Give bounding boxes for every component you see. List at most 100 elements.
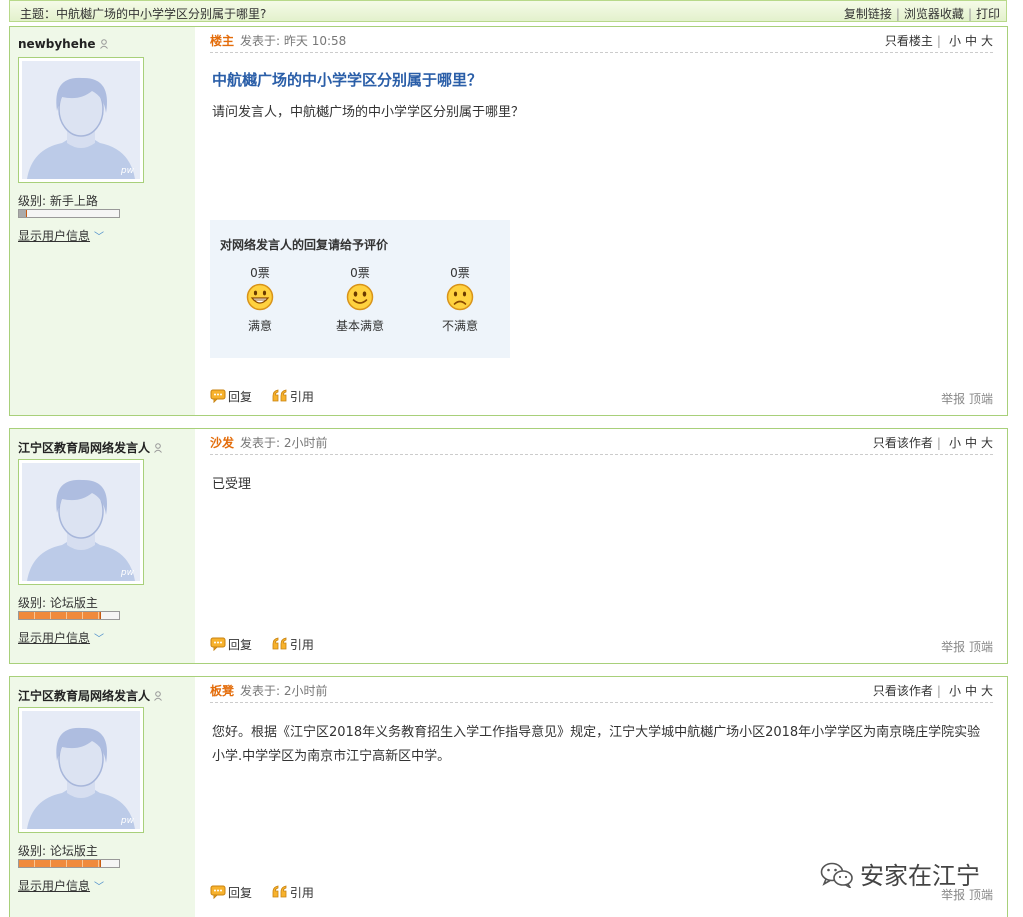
sad-face-icon: [446, 283, 474, 311]
user-level: 级别: 论坛版主: [18, 844, 98, 858]
reply-button[interactable]: 回复: [210, 636, 252, 653]
level-progress-fill: [19, 210, 27, 217]
rating-option-basically-satisfied[interactable]: 0票 基本满意: [320, 264, 400, 334]
report-link[interactable]: 举报: [941, 392, 965, 406]
username[interactable]: 江宁区教育局网络发言人: [18, 687, 162, 704]
wechat-watermark: 安家在江宁: [820, 856, 980, 891]
browser-bookmark-button[interactable]: 浏览器收藏: [904, 7, 964, 21]
avatar[interactable]: pw: [18, 707, 144, 833]
level-progress-bar: [18, 859, 120, 868]
post-content-area: 楼主 发表于: 昨天 10:58 只看楼主 | 小中大 中航樾广场的中小学学区分别属于…: [210, 27, 993, 415]
post-time: 发表于: 2小时前: [240, 436, 328, 450]
font-medium-button[interactable]: 中: [965, 34, 977, 48]
quote-icon: [272, 389, 287, 402]
username-text: 江宁区教育局网络发言人: [18, 441, 151, 455]
quote-icon: [272, 885, 287, 898]
font-small-button[interactable]: 小: [949, 684, 961, 698]
user-sidebar: newbyhehe pw 级别: 新手上路 显示用户信息 ﹀: [10, 27, 195, 415]
quote-button[interactable]: 引用: [272, 636, 314, 653]
post-time: 发表于: 2小时前: [240, 684, 328, 698]
back-to-top-link[interactable]: 顶端: [969, 640, 993, 654]
level-progress-bar: [18, 611, 120, 620]
default-avatar-icon: [27, 727, 135, 829]
report-link[interactable]: 举报: [941, 640, 965, 654]
rating-title: 对网络发言人的回复请给予评价: [220, 238, 389, 252]
post-title: 中航樾广场的中小学学区分别属于哪里？: [212, 71, 483, 89]
reply-bubble-icon: [210, 637, 226, 651]
vote-count: 0票: [450, 266, 470, 280]
level-progress-fill: [19, 612, 101, 619]
font-large-button[interactable]: 大: [981, 34, 993, 48]
print-button[interactable]: 打印: [976, 7, 1000, 21]
font-large-button[interactable]: 大: [981, 436, 993, 450]
user-level: 级别: 论坛版主: [18, 596, 98, 610]
user-sidebar: 江宁区教育局网络发言人 pw 级别: 论坛版主 显示用户信息 ﹀: [10, 429, 195, 663]
only-op-link[interactable]: 只看楼主: [885, 34, 933, 48]
copy-link-button[interactable]: 复制链接: [844, 7, 892, 21]
font-small-button[interactable]: 小: [949, 436, 961, 450]
quote-button[interactable]: 引用: [272, 388, 314, 405]
post-view-options: 只看该作者 | 小中大: [873, 682, 993, 699]
user-sidebar: 江宁区教育局网络发言人 pw 级别: 论坛版主 显示用户信息 ﹀: [10, 677, 195, 917]
show-user-info-text: 显示用户信息: [18, 229, 91, 243]
username[interactable]: newbyhehe: [18, 37, 108, 51]
avatar[interactable]: pw: [18, 57, 144, 183]
back-to-top-link[interactable]: 顶端: [969, 392, 993, 406]
font-large-button[interactable]: 大: [981, 684, 993, 698]
post-floor-2: 江宁区教育局网络发言人 pw 级别: 论坛版主 显示用户信息 ﹀ 沙发 发表于: 2…: [9, 428, 1008, 664]
post-actions: 回复 引用: [210, 636, 330, 653]
floor-label: 楼主: [210, 34, 235, 48]
reply-label: 回复: [228, 886, 253, 900]
smile-face-icon: [346, 283, 374, 311]
avatar-watermark: pw: [120, 166, 134, 176]
divider: |: [936, 34, 941, 48]
font-small-button[interactable]: 小: [949, 34, 961, 48]
post-body: 请问发言人，中航樾广场的中小学学区分别属于哪里？: [212, 105, 525, 120]
user-level: 级别: 新手上路: [18, 194, 98, 208]
post-footer-links: 举报 顶端: [941, 638, 993, 655]
user-offline-icon: [99, 39, 108, 49]
quote-button[interactable]: 引用: [272, 884, 314, 901]
avatar-watermark: pw: [120, 816, 134, 826]
post-view-options: 只看该作者 | 小中大: [873, 434, 993, 451]
font-medium-button[interactable]: 中: [965, 684, 977, 698]
username-text: 江宁区教育局网络发言人: [18, 689, 151, 703]
divider: |: [936, 684, 941, 698]
post-time: 发表于: 昨天 10:58: [240, 34, 347, 48]
avatar[interactable]: pw: [18, 459, 144, 585]
thread-actions: 复制链接 | 浏览器收藏 | 打印: [844, 5, 1000, 22]
post-header: 楼主 发表于: 昨天 10:58 只看楼主 | 小中大: [210, 32, 993, 53]
rating-option-unsatisfied[interactable]: 0票 不满意: [420, 264, 500, 334]
chevron-down-icon: ﹀: [94, 634, 105, 645]
default-avatar-icon: [27, 479, 135, 581]
rating-panel: 对网络发言人的回复请给予评价 0票 满意 0票 基本满意 0票 不满意: [210, 220, 510, 358]
username[interactable]: 江宁区教育局网络发言人: [18, 439, 162, 456]
floor-label: 沙发: [210, 436, 235, 450]
avatar-image: pw: [22, 61, 140, 179]
show-user-info-link[interactable]: 显示用户信息 ﹀: [18, 877, 104, 894]
divider: |: [967, 7, 972, 21]
user-offline-icon: [154, 443, 162, 453]
post-actions: 回复 引用: [210, 884, 330, 901]
show-user-info-text: 显示用户信息: [18, 631, 91, 645]
show-user-info-link[interactable]: 显示用户信息 ﹀: [18, 227, 104, 244]
reply-button[interactable]: 回复: [210, 388, 252, 405]
level-progress-bar: [18, 209, 120, 218]
reply-label: 回复: [228, 390, 253, 404]
only-author-link[interactable]: 只看该作者: [873, 436, 933, 450]
thread-title: 主题：中航樾广场的中小学学区分别属于哪里?: [20, 7, 267, 21]
reply-bubble-icon: [210, 389, 226, 403]
rating-option-satisfied[interactable]: 0票 满意: [220, 264, 300, 334]
level-progress-fill: [19, 860, 101, 867]
reply-label: 回复: [228, 638, 253, 652]
reply-button[interactable]: 回复: [210, 884, 252, 901]
font-medium-button[interactable]: 中: [965, 436, 977, 450]
wechat-icon: [820, 862, 853, 890]
watermark-text: 安家在江宁: [860, 862, 980, 890]
default-avatar-icon: [27, 77, 135, 179]
post-body: 您好。根据《江宁区2018年义务教育招生入学工作指导意见》规定，江宁大学城中航樾…: [212, 725, 981, 764]
only-author-link[interactable]: 只看该作者: [873, 684, 933, 698]
rating-label: 不满意: [441, 319, 478, 333]
user-offline-icon: [154, 691, 162, 701]
show-user-info-link[interactable]: 显示用户信息 ﹀: [18, 629, 104, 646]
